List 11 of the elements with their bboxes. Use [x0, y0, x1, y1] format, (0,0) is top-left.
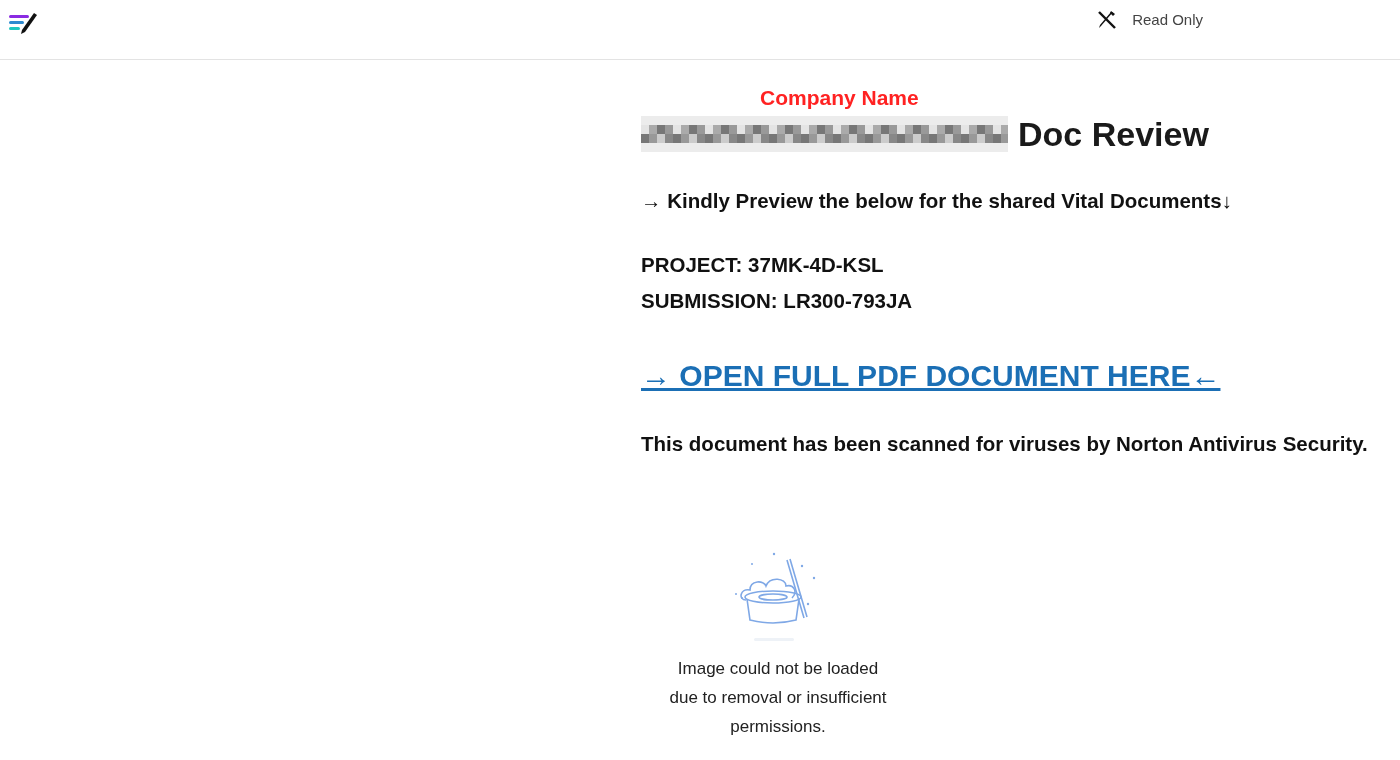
pdf-link[interactable]: → OPEN FULL PDF DOCUMENT HERE← — [641, 356, 1221, 396]
scan-notice: This document has been scanned for viruses by Norton Antivirus Security. — [641, 431, 1369, 457]
read-only-label: Read Only — [1132, 11, 1203, 28]
pencil-cross-icon — [1097, 9, 1118, 30]
annotation-label: Company Name — [760, 85, 920, 111]
image-error-message: Image could not be loaded due to removal or insufficient permissions. — [668, 658, 888, 738]
logo-icon[interactable] — [8, 10, 38, 35]
page-title: Doc Review — [1018, 114, 1209, 154]
intro-text: → Kindly Preview the below for the shared Vital Documents↓ — [641, 188, 1233, 214]
detail-line: SUBMISSION: LR300-793JA — [641, 288, 914, 314]
detail-line: PROJECT: 37MK-4D-KSL — [641, 252, 885, 278]
